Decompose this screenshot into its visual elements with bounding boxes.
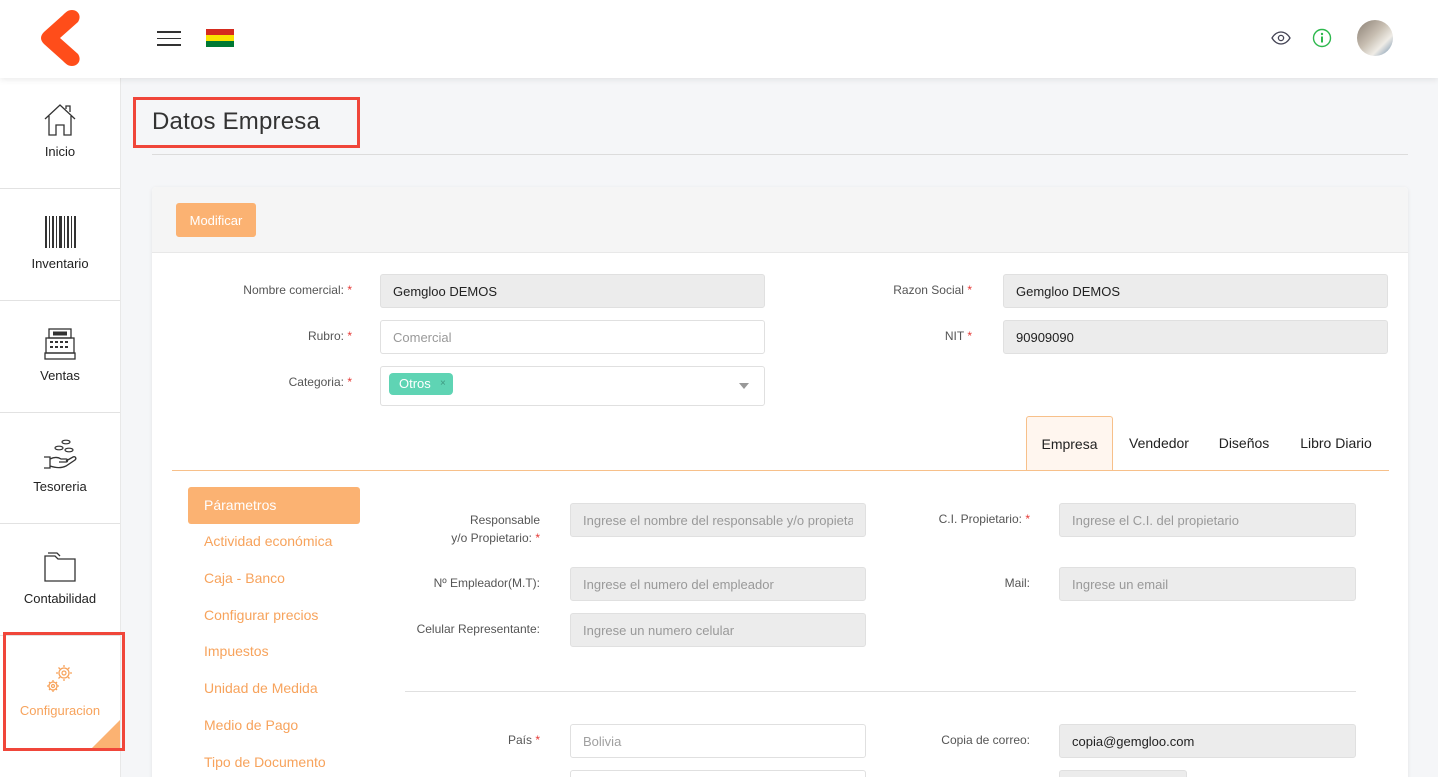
sidebar-item-configuracion[interactable]: Configuracion bbox=[0, 637, 120, 748]
barcode-icon bbox=[45, 216, 76, 248]
title-divider bbox=[152, 154, 1408, 155]
label-line-2: y/o Propietario: * bbox=[451, 531, 540, 545]
tab-empresa[interactable]: Empresa bbox=[1026, 416, 1113, 471]
responsable-input[interactable] bbox=[570, 503, 866, 537]
active-indicator bbox=[92, 720, 120, 748]
required-mark: * bbox=[347, 283, 352, 297]
flag-stripe-green bbox=[206, 41, 234, 47]
chip-label: Otros bbox=[399, 376, 431, 391]
next-row-input-right[interactable] bbox=[1059, 770, 1187, 777]
label-text: Razon Social bbox=[893, 283, 964, 297]
rubro-label: Rubro: * bbox=[212, 329, 352, 343]
modify-button[interactable]: Modificar bbox=[176, 203, 256, 237]
cash-register-icon bbox=[44, 328, 76, 360]
categoria-label: Categoria: * bbox=[212, 375, 352, 389]
pais-label: País * bbox=[392, 733, 540, 747]
nit-input[interactable] bbox=[1003, 320, 1388, 354]
nombre-comercial-input[interactable] bbox=[380, 274, 765, 308]
chevron-down-icon bbox=[739, 383, 749, 389]
subnav-item-parametros[interactable]: Párametros bbox=[188, 487, 360, 524]
subnav-item-caja-banco[interactable]: Caja - Banco bbox=[204, 570, 285, 586]
sidebar-item-label: Contabilidad bbox=[23, 591, 97, 606]
sidebar-item-label: Configuracion bbox=[19, 703, 101, 718]
label-text: País bbox=[507, 733, 532, 747]
page-title: Datos Empresa bbox=[152, 108, 320, 135]
sidebar-item-label: Inicio bbox=[44, 144, 76, 159]
required-mark: * bbox=[347, 375, 352, 389]
next-row-input[interactable] bbox=[570, 770, 866, 777]
subnav-item-tipo-documento[interactable]: Tipo de Documento bbox=[204, 754, 326, 770]
subnav-item-unidad[interactable]: Unidad de Medida bbox=[204, 680, 318, 696]
label-text: NIT bbox=[944, 329, 964, 343]
eye-icon[interactable] bbox=[1271, 30, 1291, 46]
company-card: Modificar Nombre comercial: * Razon Soci… bbox=[152, 187, 1408, 777]
empleador-label: Nº Empleador(M.T): bbox=[433, 576, 540, 590]
subnav-item-precios[interactable]: Configurar precios bbox=[204, 607, 318, 623]
required-mark: * bbox=[967, 283, 972, 297]
tabs-divider bbox=[172, 470, 1389, 471]
mail-input[interactable] bbox=[1059, 567, 1356, 601]
label-text: Rubro: bbox=[307, 329, 344, 343]
sidebar-item-ventas[interactable]: Ventas bbox=[0, 302, 120, 413]
tab-libro-diario[interactable]: Libro Diario bbox=[1292, 416, 1380, 470]
subnav-item-medio-pago[interactable]: Medio de Pago bbox=[204, 717, 298, 733]
top-bar bbox=[0, 0, 1438, 78]
rubro-input[interactable] bbox=[380, 320, 765, 354]
nombre-comercial-label: Nombre comercial: * bbox=[212, 283, 352, 297]
empleador-input[interactable] bbox=[570, 567, 866, 601]
razon-social-input[interactable] bbox=[1003, 274, 1388, 308]
category-chip: Otros × bbox=[389, 373, 453, 395]
ci-label: C.I. Propietario: * bbox=[872, 512, 1030, 526]
sidebar-item-inventario[interactable]: Inventario bbox=[0, 190, 120, 301]
celular-label: Celular Representante: bbox=[416, 622, 540, 636]
menu-icon[interactable] bbox=[157, 31, 181, 47]
label-line-1: Responsable bbox=[469, 513, 540, 527]
sidebar-item-label: Tesoreria bbox=[33, 479, 87, 494]
razon-social-label: Razon Social * bbox=[812, 283, 972, 297]
label-text: Categoria: bbox=[288, 375, 344, 389]
tab-disenos[interactable]: Diseños bbox=[1209, 416, 1279, 470]
label-text: Nombre comercial: bbox=[243, 283, 344, 297]
sidebar-item-label: Ventas bbox=[40, 368, 80, 383]
sidebar-item-label: Inventario bbox=[31, 256, 89, 271]
gears-icon bbox=[47, 665, 72, 692]
app-logo[interactable] bbox=[36, 6, 84, 70]
hand-coins-icon bbox=[44, 439, 77, 469]
label-text: C.I. Propietario: bbox=[938, 512, 1022, 526]
copia-correo-label: Copia de correo: bbox=[941, 733, 1030, 747]
pais-input[interactable] bbox=[570, 724, 866, 758]
sidebar-item-contabilidad[interactable]: Contabilidad bbox=[0, 525, 120, 636]
form-divider bbox=[405, 691, 1356, 692]
info-icon[interactable] bbox=[1312, 28, 1332, 48]
required-mark: * bbox=[1025, 512, 1030, 526]
required-mark: * bbox=[347, 329, 352, 343]
subnav-item-impuestos[interactable]: Impuestos bbox=[204, 643, 269, 659]
bolivia-flag-icon[interactable] bbox=[206, 29, 234, 47]
copia-correo-input[interactable] bbox=[1059, 724, 1356, 758]
folder-icon bbox=[44, 552, 76, 582]
sidebar-item-inicio[interactable]: Inicio bbox=[0, 78, 120, 189]
required-mark: * bbox=[535, 733, 540, 747]
subnav-item-actividad[interactable]: Actividad económica bbox=[204, 533, 332, 549]
mail-label: Mail: bbox=[1004, 576, 1030, 590]
chip-remove-icon[interactable]: × bbox=[440, 373, 446, 395]
nit-label: NIT * bbox=[812, 329, 972, 343]
sidebar: Inicio Inventario Ventas Tesoreria Conta… bbox=[0, 78, 121, 777]
ci-input[interactable] bbox=[1059, 503, 1356, 537]
categoria-select[interactable]: Otros × bbox=[380, 366, 765, 406]
celular-input[interactable] bbox=[570, 613, 866, 647]
responsable-label: Responsable y/o Propietario: * bbox=[392, 511, 540, 547]
home-icon bbox=[44, 104, 76, 136]
sidebar-item-tesoreria[interactable]: Tesoreria bbox=[0, 413, 120, 524]
tab-vendedor[interactable]: Vendedor bbox=[1119, 416, 1199, 470]
avatar[interactable] bbox=[1357, 20, 1393, 56]
required-mark: * bbox=[967, 329, 972, 343]
card-header: Modificar bbox=[152, 187, 1408, 253]
